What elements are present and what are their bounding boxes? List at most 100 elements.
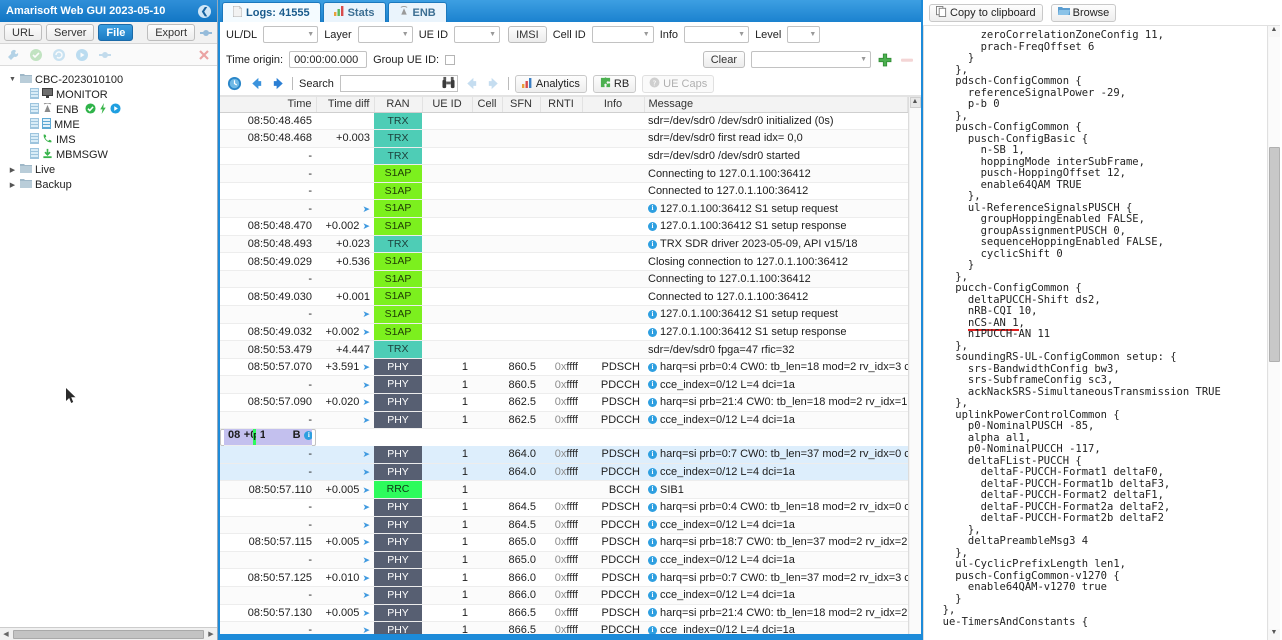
table-row[interactable]: 08:50:49.029 +0.536 S1AP Closing connection… <box>220 252 908 271</box>
tree-item-live[interactable]: ▶ Live <box>0 162 217 177</box>
server-button[interactable]: Server <box>46 24 95 41</box>
time-origin-input[interactable]: 00:00:00.000 <box>289 51 368 68</box>
table-row[interactable]: 08:50:57.130 +0.005 ➤ PHY 1 866.5 0xffff PDSCH… <box>220 604 908 623</box>
clear-button[interactable]: Clear <box>702 51 745 68</box>
refresh-icon[interactable] <box>52 48 66 62</box>
plug-icon[interactable] <box>199 26 213 40</box>
scroll-right-icon[interactable]: ▶ <box>205 630 217 638</box>
table-row[interactable]: - S1AP Connected to 127.0.1.100:36412 <box>220 182 908 201</box>
config-text[interactable]: zeroCorrelationZoneConfig 11, prach-Freq… <box>924 26 1267 640</box>
scroll-down-icon[interactable]: ▼ <box>1269 629 1280 640</box>
table-row[interactable]: - ➤ PHY 1 860.5 0xffff PDCCH i cce_index=0/12 L… <box>220 375 908 394</box>
check-circle-icon[interactable] <box>29 48 43 62</box>
table-row[interactable]: - ➤ S1AP i 127.0.1.100:36412 S1 setup reque… <box>220 305 908 324</box>
analytics-button[interactable]: Analytics <box>514 74 587 93</box>
level-select[interactable]: ▼ <box>787 26 821 43</box>
detail-vertical-scrollbar[interactable]: ▲ ▼ <box>1267 26 1280 640</box>
tab-enb[interactable]: ENB <box>387 2 447 22</box>
layer-select[interactable]: ▼ <box>357 26 413 43</box>
connect-icon[interactable] <box>98 48 112 62</box>
tab-logs[interactable]: Logs: 41555 <box>222 2 321 22</box>
table-row[interactable]: - TRX sdr=/dev/sdr0 /dev/sdr0 started <box>220 147 908 166</box>
group-ueid-checkbox[interactable] <box>445 54 456 65</box>
table-row[interactable]: 08:50:49.030 +0.001 S1AP Connected to 127.0… <box>220 287 908 307</box>
tab-stats[interactable]: Stats <box>322 2 386 22</box>
table-row[interactable]: - ➤ S1AP i 127.0.1.100:36412 S1 setup reque… <box>220 199 908 219</box>
col-ran[interactable]: RAN <box>374 97 423 113</box>
chevron-left-icon[interactable]: ❮ <box>198 4 211 18</box>
table-row[interactable]: 08:50:53.479 +4.447 TRX sdr=/dev/sdr0 fpga=… <box>220 340 908 359</box>
col-time-diff[interactable]: Time diff <box>316 97 375 113</box>
tree-item-monitor[interactable]: MONITOR <box>0 87 217 102</box>
table-row[interactable]: 08:50:48.470 +0.002 ➤ S1AP i 127.0.1.100:364… <box>220 217 908 236</box>
search-prev-icon[interactable] <box>464 76 480 92</box>
scroll-up-icon[interactable]: ▲ <box>1269 26 1280 37</box>
tree-item-mme[interactable]: MME <box>0 117 217 132</box>
table-row[interactable]: - ➤ PHY 1 864.5 0xffff PDCCH i cce_index=0/12 L… <box>220 516 908 535</box>
browse-button[interactable]: Browse <box>1050 3 1117 22</box>
scroll-up-icon[interactable]: ▲ <box>909 97 921 108</box>
ueid-select[interactable]: ▼ <box>454 26 501 43</box>
cellid-select[interactable]: ▼ <box>591 26 654 43</box>
table-row[interactable]: 08:50:57.070 +3.591 ➤ PHY 1 860.5 0xffff PDSCH… <box>220 358 908 377</box>
sidebar-horizontal-scrollbar[interactable]: ◀ ▶ <box>0 627 217 640</box>
col-time[interactable]: Time <box>220 97 317 113</box>
table-row[interactable]: - ➤ PHY 1 865.0 0xffff PDCCH i cce_index=0/12 L… <box>220 551 908 570</box>
table-row[interactable]: - S1AP Connecting to 127.0.1.100:36412 <box>220 164 908 183</box>
table-row[interactable]: 08:50:48.465 TRX sdr=/dev/sdr0 /dev/sdr0 i… <box>220 112 908 131</box>
table-row[interactable]: 08:50:57.110 +0.005 ➤ RRC 1 BCCH i SIB1 <box>220 480 908 499</box>
table-row[interactable]: 08:50:57.105+0.015 ➤RRC1BCCHiSIB <box>220 429 316 447</box>
tree-item-cbc[interactable]: ▼ CBC-2023010100 <box>0 72 217 87</box>
url-button[interactable]: URL <box>4 24 43 41</box>
col-rnti[interactable]: RNTI <box>540 97 583 113</box>
col-message[interactable]: Message <box>644 97 908 113</box>
table-row[interactable]: - ➤ PHY 1 864.0 0xffff PDSCH i harq=si prb=0:7 … <box>220 446 908 464</box>
copy-to-clipboard-button[interactable]: Copy to clipboard <box>929 3 1043 22</box>
preset-select[interactable]: ▼ <box>751 51 871 68</box>
tree-item-mbmsgw[interactable]: MBMSGW <box>0 147 217 162</box>
col-sfn[interactable]: SFN <box>502 97 541 113</box>
tree-item-backup[interactable]: ▶ Backup <box>0 177 217 192</box>
binoculars-icon[interactable] <box>442 76 455 92</box>
table-row[interactable]: - ➤ PHY 1 864.5 0xffff PDSCH i harq=si prb=0:4 … <box>220 498 908 517</box>
table-row[interactable]: 08:50:48.493 +0.023 TRX i TRX SDR driver 202… <box>220 235 908 254</box>
wrench-icon[interactable] <box>6 48 20 62</box>
scroll-thumb[interactable] <box>13 629 204 639</box>
table-row[interactable]: 08:50:49.032 +0.002 ➤ S1AP i 127.0.1.100:364… <box>220 323 908 342</box>
table-row[interactable]: - ➤ PHY 1 866.0 0xffff PDCCH i cce_index=0/12 L… <box>220 586 908 605</box>
scroll-left-icon[interactable]: ◀ <box>0 630 12 638</box>
col-info[interactable]: Info <box>582 97 645 113</box>
export-button[interactable]: Export <box>147 24 195 41</box>
imsi-button[interactable]: IMSI <box>508 26 547 43</box>
arrow-left-icon[interactable] <box>248 76 264 92</box>
scroll-thumb[interactable] <box>1268 147 1280 362</box>
chevron-down-icon[interactable]: ▼ <box>8 76 17 83</box>
table-row[interactable]: 08:50:57.125 +0.010 ➤ PHY 1 866.0 0xffff PDSCH… <box>220 568 908 587</box>
log-table-scroll[interactable]: Time Time diff RAN UE ID Cell SFN RNTI I… <box>220 97 908 640</box>
table-row[interactable]: - ➤ PHY 1 864.0 0xffff PDCCH i cce_index=0/12 L… <box>220 463 908 482</box>
col-cell[interactable]: Cell <box>472 97 503 113</box>
plus-icon[interactable] <box>877 52 893 68</box>
close-icon[interactable] <box>197 48 211 62</box>
arrow-right-icon[interactable] <box>270 76 286 92</box>
scroll-track[interactable] <box>909 108 921 640</box>
file-button[interactable]: File <box>98 24 134 41</box>
minus-icon[interactable] <box>899 52 915 68</box>
chevron-right-icon[interactable]: ▶ <box>8 166 17 174</box>
table-row[interactable]: - ➤ PHY 1 862.5 0xffff PDCCH i cce_index=0/12 L… <box>220 411 908 430</box>
log-vertical-scrollbar[interactable]: ▲ <box>908 97 921 640</box>
table-row[interactable]: 08:50:57.090 +0.020 ➤ PHY 1 862.5 0xffff PDSCH… <box>220 393 908 412</box>
scroll-track[interactable] <box>1268 37 1280 629</box>
clock-icon[interactable] <box>226 76 242 92</box>
col-ue-id[interactable]: UE ID <box>422 97 473 113</box>
rb-button[interactable]: RB <box>592 74 637 93</box>
search-input[interactable] <box>339 75 458 92</box>
play-circle-icon[interactable] <box>75 48 89 62</box>
ue-caps-button[interactable]: ? UE Caps <box>642 74 715 93</box>
info-select[interactable]: ▼ <box>684 26 750 43</box>
tree-item-ims[interactable]: IMS <box>0 132 217 147</box>
uldl-select[interactable]: ▼ <box>263 26 319 43</box>
tree-item-enb[interactable]: ENB <box>0 102 217 117</box>
table-row[interactable]: 08:50:57.115 +0.005 ➤ PHY 1 865.0 0xffff PDSCH… <box>220 533 908 552</box>
chevron-right-icon[interactable]: ▶ <box>8 181 17 189</box>
